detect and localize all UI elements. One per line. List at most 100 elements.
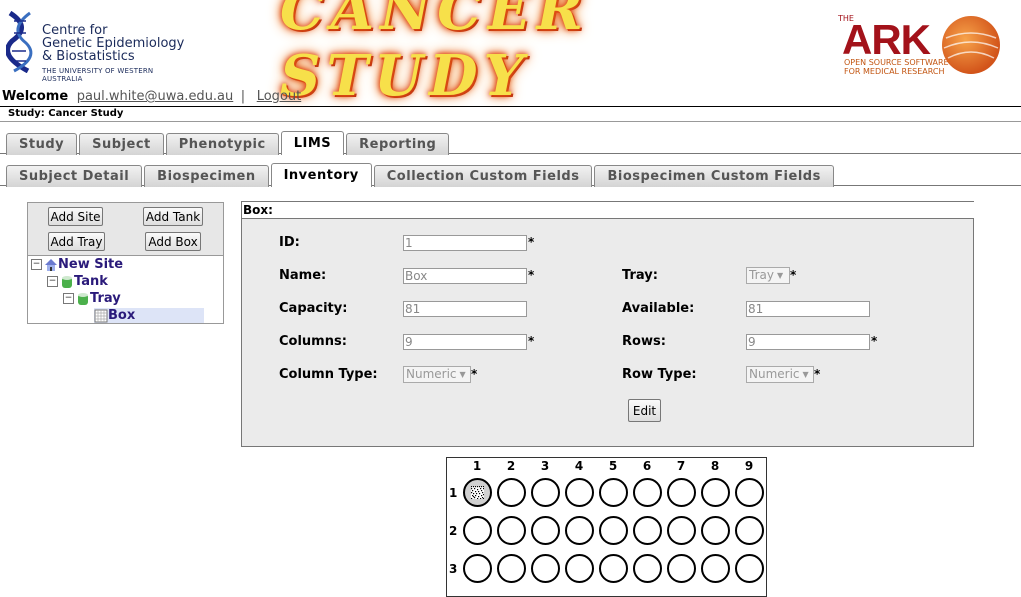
box-cell-empty[interactable] — [667, 516, 696, 545]
row-type-select[interactable]: Numeric ▼ — [746, 366, 814, 383]
chevron-down-icon: ▼ — [802, 370, 809, 379]
ark-subtitle-1: OPEN SOURCE SOFTWARE — [844, 58, 949, 67]
box-cell-empty[interactable] — [463, 516, 492, 545]
row-type-label: Row Type: — [622, 367, 697, 382]
box-cell-empty[interactable] — [735, 478, 764, 507]
tank-icon — [62, 275, 72, 288]
tab-study[interactable]: Study — [6, 133, 78, 155]
tab-biospecimen-custom-fields[interactable]: Biospecimen Custom Fields — [594, 165, 834, 187]
tab-subject-detail[interactable]: Subject Detail — [6, 165, 143, 187]
welcome-label: Welcome — [2, 89, 69, 104]
name-label: Name: — [279, 268, 327, 283]
rows-field[interactable]: 9 — [746, 334, 870, 350]
column-header: 2 — [506, 459, 516, 473]
divider — [0, 121, 1021, 122]
ark-logo: THE ARK OPEN SOURCE SOFTWARE FOR MEDICAL… — [836, 12, 1006, 78]
required-mark: * — [528, 334, 535, 348]
box-cell-empty[interactable] — [565, 478, 594, 507]
tree-node-site-label: New Site — [58, 257, 124, 272]
row-header: 3 — [449, 562, 458, 576]
tree-node-box[interactable]: Box — [94, 308, 204, 323]
rows-label: Rows: — [622, 334, 666, 349]
column-header: 1 — [472, 459, 482, 473]
sub-tabs: Subject Detail Biospecimen Inventory Col… — [6, 163, 836, 187]
box-cell-empty[interactable] — [565, 516, 594, 545]
logout-link[interactable]: Logout — [257, 89, 302, 104]
tab-subject[interactable]: Subject — [79, 133, 164, 155]
tab-phenotypic[interactable]: Phenotypic — [165, 133, 279, 155]
box-cell-empty[interactable] — [599, 478, 628, 507]
tray-select[interactable]: Tray ▼ — [746, 267, 790, 284]
tab-reporting[interactable]: Reporting — [346, 133, 450, 155]
column-header: 3 — [540, 459, 550, 473]
box-cell-empty[interactable] — [633, 554, 662, 583]
column-type-select[interactable]: Numeric ▼ — [403, 366, 471, 383]
box-cell-empty[interactable] — [667, 478, 696, 507]
tree-node-tank[interactable]: − Tank — [47, 274, 108, 289]
add-tray-button[interactable]: Add Tray — [48, 232, 105, 251]
box-cell-empty[interactable] — [565, 554, 594, 583]
tree-node-tray-label: Tray — [90, 291, 121, 306]
tab-lims[interactable]: LIMS — [280, 131, 345, 155]
box-cell-empty[interactable] — [531, 516, 560, 545]
tab-collection-custom-fields[interactable]: Collection Custom Fields — [373, 165, 593, 187]
add-box-button[interactable]: Add Box — [145, 232, 201, 251]
welcome-separator: | — [240, 89, 246, 104]
columns-label: Columns: — [279, 334, 347, 349]
box-cell-empty[interactable] — [531, 554, 560, 583]
box-cell-occupied[interactable] — [463, 478, 492, 507]
required-mark: * — [471, 367, 478, 381]
box-cell-empty[interactable] — [667, 554, 696, 583]
box-cell-empty[interactable] — [701, 516, 730, 545]
columns-field[interactable]: 9 — [403, 334, 527, 350]
box-cell-empty[interactable] — [463, 554, 492, 583]
banner-title: CANCER STUDY — [280, 0, 589, 109]
required-mark: * — [814, 367, 821, 381]
box-detail-panel: Box: ID: 1 * Name: Box * Tray: Tray ▼ * … — [241, 201, 974, 447]
required-mark: * — [528, 268, 535, 282]
cgeb-line-4: THE UNIVERSITY OF WESTERN AUSTRALIA — [42, 67, 154, 83]
welcome-bar: Welcome paul.white@uwa.edu.au | Logout — [2, 89, 301, 104]
add-site-button[interactable]: Add Site — [48, 207, 103, 226]
box-cell-empty[interactable] — [735, 516, 764, 545]
box-cell-empty[interactable] — [497, 516, 526, 545]
box-cell-empty[interactable] — [633, 478, 662, 507]
study-banner: CANCER STUDY — [280, 0, 740, 109]
available-label: Available: — [622, 301, 695, 316]
row-header: 2 — [449, 524, 458, 538]
row-header: 1 — [449, 486, 458, 500]
tree-node-tray[interactable]: − Tray — [63, 291, 121, 306]
home-icon — [45, 258, 57, 271]
collapse-icon[interactable]: − — [47, 276, 58, 287]
name-field[interactable]: Box — [403, 268, 527, 284]
tab-biospecimen[interactable]: Biospecimen — [144, 165, 269, 187]
tree-node-site[interactable]: − New Site — [31, 257, 123, 272]
collapse-icon[interactable]: − — [31, 259, 42, 270]
edit-button[interactable]: Edit — [628, 399, 661, 422]
box-cell-empty[interactable] — [497, 554, 526, 583]
column-header: 6 — [642, 459, 652, 473]
required-mark: * — [871, 334, 878, 348]
add-tank-button[interactable]: Add Tank — [143, 207, 203, 226]
box-cell-empty[interactable] — [599, 516, 628, 545]
box-cell-empty[interactable] — [599, 554, 628, 583]
box-cell-empty[interactable] — [701, 478, 730, 507]
box-cell-empty[interactable] — [633, 516, 662, 545]
chevron-down-icon: ▼ — [776, 271, 784, 280]
tab-inventory[interactable]: Inventory — [270, 163, 372, 187]
tree-node-tank-label: Tank — [74, 274, 108, 289]
box-cell-empty[interactable] — [735, 554, 764, 583]
box-cell-empty[interactable] — [531, 478, 560, 507]
ark-word: ARK — [842, 16, 931, 63]
capacity-label: Capacity: — [279, 301, 348, 316]
cgeb-line-3: & Biostatistics — [42, 49, 135, 64]
available-field[interactable]: 81 — [746, 301, 870, 317]
id-field[interactable]: 1 — [403, 235, 527, 251]
box-panel-heading: Box: — [242, 202, 974, 219]
box-cell-empty[interactable] — [701, 554, 730, 583]
collapse-icon[interactable]: − — [63, 293, 74, 304]
user-email-link[interactable]: paul.white@uwa.edu.au — [77, 89, 234, 104]
box-cell-empty[interactable] — [497, 478, 526, 507]
column-type-value: Numeric — [406, 367, 457, 381]
capacity-field[interactable]: 81 — [403, 301, 527, 317]
